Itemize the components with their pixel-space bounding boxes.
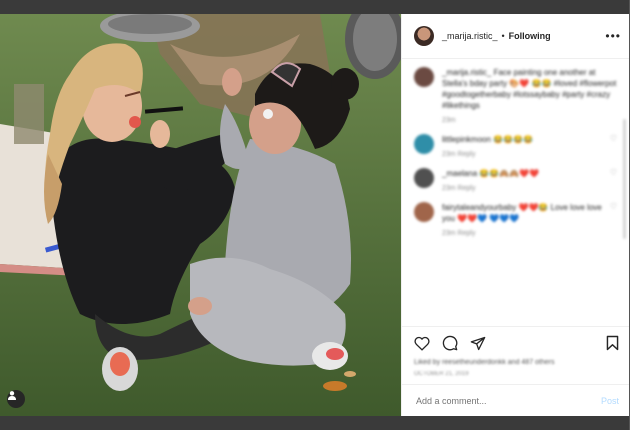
author-avatar[interactable] <box>414 26 434 46</box>
comment-meta: 23m Reply <box>442 151 476 158</box>
comment-bubble-icon[interactable] <box>442 335 458 351</box>
comment-item: fairytaleandyourbaby ❤️❤️😂 Love love lov… <box>414 202 617 237</box>
separator-dot: • <box>501 31 505 41</box>
comment-item: littlepinkmoon 😂😂😂😂 23m Reply ♡ <box>414 134 617 158</box>
post-modal: _marija.ristic_ • Following ••• _marija.… <box>0 14 629 416</box>
like-heart-icon[interactable] <box>414 336 430 351</box>
commenter-avatar[interactable] <box>414 168 434 188</box>
post-comment-button[interactable]: Post <box>601 396 619 406</box>
post-timestamp: OCTOBER 21, 2019 <box>414 371 469 377</box>
bookmark-icon[interactable] <box>606 335 619 351</box>
comment-text: _marija.ristic_ Face painting one anothe… <box>442 68 617 110</box>
comment-item: _marija.ristic_ Face painting one anothe… <box>414 67 617 124</box>
commenter-avatar[interactable] <box>414 202 434 222</box>
comment-text: littlepinkmoon 😂😂😂😂 <box>442 135 533 144</box>
post-actions: Liked by reesetheunderdonkk and 487 othe… <box>402 326 629 384</box>
likes-summary[interactable]: Liked by reesetheunderdonkk and 487 othe… <box>414 359 619 366</box>
comment-meta: 23m Reply <box>442 230 476 237</box>
comment-meta: 23m Reply <box>442 185 476 192</box>
comment-meta: 23m <box>442 117 456 124</box>
share-send-icon[interactable] <box>470 336 486 351</box>
comment-input[interactable] <box>414 394 601 407</box>
post-sidebar: _marija.ristic_ • Following ••• _marija.… <box>401 14 629 416</box>
like-comment-icon[interactable]: ♡ <box>610 202 617 237</box>
tagged-user-icon[interactable] <box>7 390 25 408</box>
comment-text: _maelana 😂😂🙈🙈❤️❤️ <box>442 169 540 178</box>
comment-text: fairytaleandyourbaby ❤️❤️😂 Love love lov… <box>442 203 602 223</box>
like-comment-icon[interactable]: ♡ <box>610 134 617 158</box>
comment-item: _maelana 😂😂🙈🙈❤️❤️ 23m Reply ♡ <box>414 168 617 192</box>
comments-scrollbar[interactable] <box>623 119 626 239</box>
following-button[interactable]: Following <box>509 31 551 41</box>
like-comment-icon[interactable]: ♡ <box>610 168 617 192</box>
post-header: _marija.ristic_ • Following ••• <box>402 14 629 59</box>
commenter-avatar[interactable] <box>414 134 434 154</box>
comments-list: _marija.ristic_ Face painting one anothe… <box>402 59 629 326</box>
photo-illustration <box>0 14 401 416</box>
commenter-avatar[interactable] <box>414 67 434 87</box>
more-options-icon[interactable]: ••• <box>605 29 621 43</box>
post-photo[interactable] <box>0 14 401 416</box>
author-username[interactable]: _marija.ristic_ <box>442 31 498 41</box>
add-comment-bar: Post <box>402 384 629 416</box>
